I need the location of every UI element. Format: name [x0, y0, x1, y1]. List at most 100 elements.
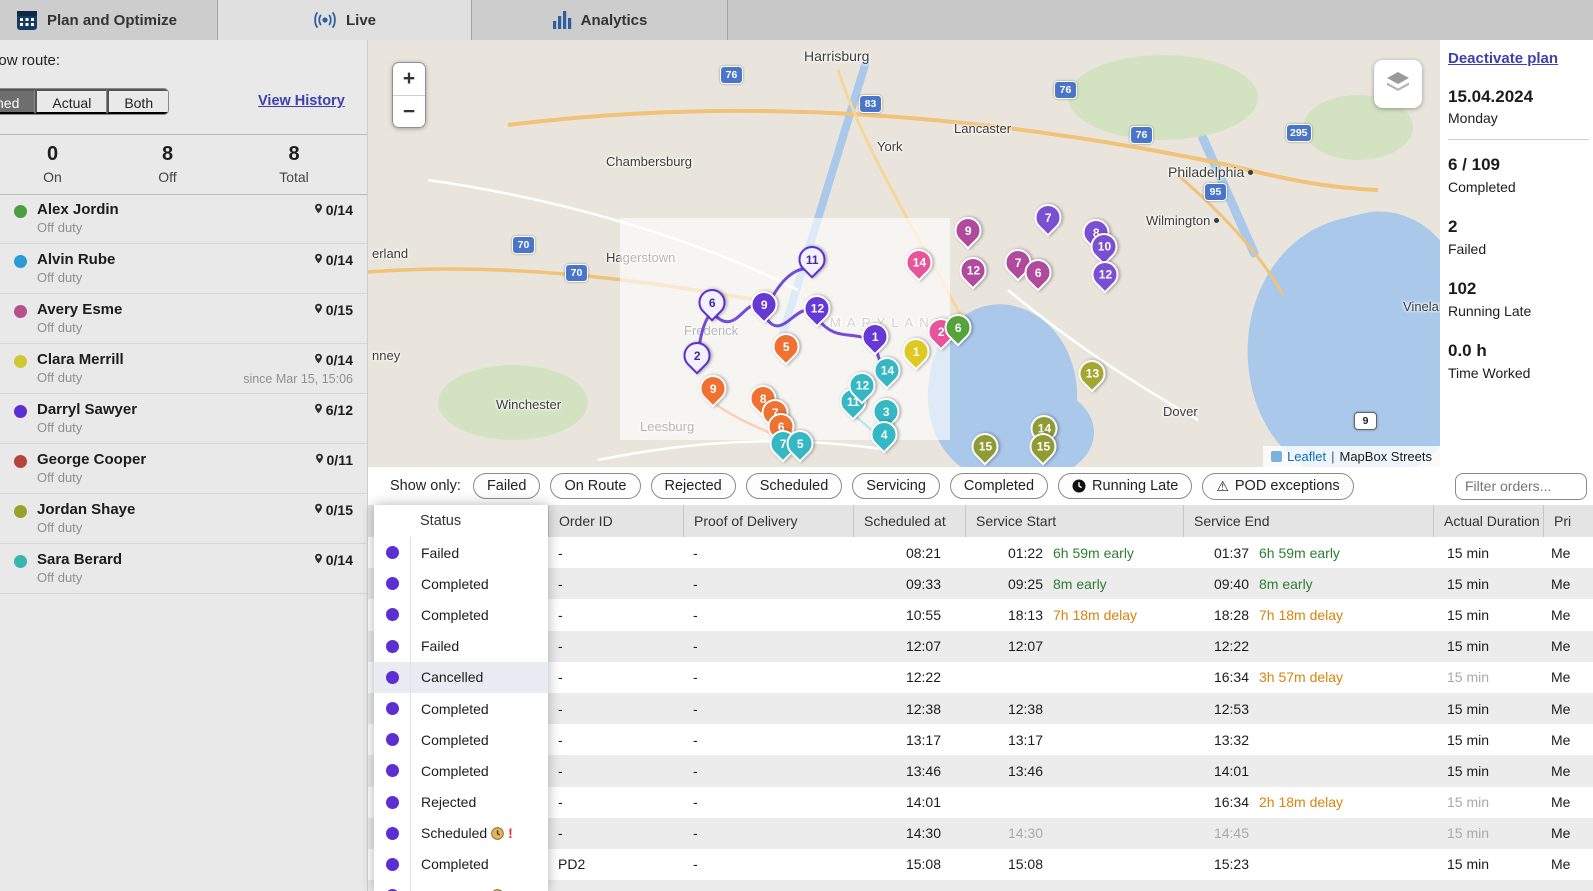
driver-order-count: 0/11	[327, 452, 353, 468]
filter-chip[interactable]: ⚠ Failed	[473, 473, 541, 499]
cell-actual-duration: 15 min	[1433, 794, 1543, 810]
view-history-link[interactable]: View History	[258, 93, 345, 109]
filter-chip[interactable]: ⚠ On Route	[550, 473, 640, 499]
table-row[interactable]: - - 12:38 12:38 12:53 15 min Me	[368, 693, 1593, 724]
filter-chip[interactable]: ⚠ Servicing	[852, 473, 940, 499]
summary-stat-label: Failed	[1448, 241, 1589, 257]
status-column-body: Failed ! Completed ! Completed	[374, 537, 548, 891]
table-row[interactable]: - - 12:22 16:34 3h 57m delay 15 min Me	[368, 662, 1593, 693]
cell-service-end: 15:58	[1183, 888, 1433, 891]
cell-priority: Me	[1543, 607, 1593, 623]
driver-row[interactable]: Alex Jordin Off duty 0/14	[0, 194, 367, 244]
status-panel-row[interactable]: Completed !	[374, 755, 548, 786]
col-order-id: Order ID	[548, 505, 683, 537]
driver-row[interactable]: George Cooper Off duty 0/11	[0, 444, 367, 494]
tab-plan-and-optimize[interactable]: Plan and Optimize	[0, 0, 218, 40]
driver-row[interactable]: Clara Merrill Off duty 0/14 since Mar 15…	[0, 344, 367, 394]
map-pin-number: 12	[810, 302, 823, 316]
map-pin-number: 7	[1015, 256, 1022, 270]
status-panel-row[interactable]: Completed !	[374, 568, 548, 599]
table-row[interactable]: - - 14:30 14:30 14:45 15 min Me	[368, 818, 1593, 849]
tab-label: Plan and Optimize	[47, 12, 177, 29]
tab-label: Analytics	[581, 12, 648, 29]
location-pin-icon	[313, 351, 324, 369]
bar-chart-icon	[552, 11, 572, 29]
table-row[interactable]: PD2 - 15:08 15:08 15:23 15 min Me	[368, 849, 1593, 880]
tab-analytics[interactable]: Analytics	[472, 0, 728, 40]
driver-name: Avery Esme	[37, 301, 122, 318]
status-dot	[386, 608, 399, 621]
cell-proof-of-delivery: -	[683, 576, 853, 592]
status-panel-row[interactable]: Rejected !	[374, 787, 548, 818]
deactivate-plan-link[interactable]: Deactivate plan	[1448, 50, 1558, 67]
cell-order-id: -	[548, 825, 683, 841]
status-panel-row[interactable]: Completed !	[374, 693, 548, 724]
highway-shield: 70	[565, 264, 588, 282]
cell-service-start: 15:43	[965, 888, 1183, 891]
summary-stat: 102 Running Late	[1448, 279, 1589, 319]
map-pin-number: 12	[966, 264, 979, 278]
highway-shield: 9	[1354, 412, 1377, 430]
table-row[interactable]: - - 10:55 18:13 7h 18m delay 18:28 7h 18…	[368, 599, 1593, 630]
driver-row[interactable]: Jordan Shaye Off duty 0/15	[0, 494, 367, 544]
table-row[interactable]: - - 14:01 16:34 2h 18m delay 15 min Me	[368, 787, 1593, 818]
status-panel-row[interactable]: Cancelled !	[374, 662, 548, 693]
status-panel-row[interactable]: Completed !	[374, 724, 548, 755]
driver-status: Off duty	[37, 520, 135, 535]
driver-order-count: 0/14	[326, 252, 353, 268]
driver-color-dot	[14, 355, 27, 368]
filter-chip[interactable]: ⚠ POD exceptions	[1202, 473, 1353, 500]
status-dot	[386, 671, 399, 684]
cell-order-id: -	[548, 732, 683, 748]
map-pin-number: 15	[978, 440, 991, 454]
status-panel-row[interactable]: Scheduled !	[374, 818, 548, 849]
cell-service-start: 09:25 8m early	[965, 576, 1183, 592]
filter-chip[interactable]: ⚠ Rejected	[651, 473, 736, 499]
zoom-out-button[interactable]: −	[393, 95, 425, 127]
cell-service-end: 14:01	[1183, 763, 1433, 779]
driver-name: Alex Jordin	[37, 201, 119, 218]
route-mode-planned[interactable]: Planned	[0, 89, 35, 114]
status-panel-row[interactable]: Scheduled !	[374, 880, 548, 891]
driver-row[interactable]: Alvin Rube Off duty 0/14	[0, 244, 367, 294]
driver-order-count: 0/14	[326, 552, 353, 568]
table-row[interactable]: - - 13:17 13:17 13:32 15 min Me	[368, 724, 1593, 755]
filter-chip[interactable]: ⚠ Running Late	[1058, 473, 1192, 499]
zoom-in-button[interactable]: +	[393, 63, 425, 95]
cell-proof-of-delivery: -	[683, 856, 853, 872]
calendar-icon	[16, 9, 38, 31]
driver-order-count: 0/14	[326, 352, 353, 368]
driver-row[interactable]: Sara Berard Off duty 0/14	[0, 544, 367, 594]
status-dot	[386, 827, 399, 840]
orders-table: Order ID Proof of Delivery Scheduled at …	[368, 505, 1593, 891]
filter-orders-input[interactable]	[1455, 473, 1587, 500]
location-pin-icon	[313, 251, 324, 269]
driver-row[interactable]: Darryl Sawyer Off duty 6/12	[0, 394, 367, 444]
status-label: Cancelled	[421, 669, 483, 685]
driver-row[interactable]: Avery Esme Off duty 0/15	[0, 294, 367, 344]
table-row[interactable]: - - 15:43 15:43 15:58 15 min Me	[368, 880, 1593, 891]
tab-live[interactable]: Live	[218, 0, 472, 40]
layers-control[interactable]	[1374, 60, 1422, 108]
filter-chip[interactable]: ⚠ Scheduled	[746, 473, 843, 499]
table-row[interactable]: - - 09:33 09:25 8m early 09:40 8m early …	[368, 568, 1593, 599]
driver-list: Alex Jordin Off duty 0/14 Alvin Rube Off…	[0, 194, 367, 891]
status-panel-row[interactable]: Completed !	[374, 599, 548, 630]
filter-chip[interactable]: ⚠ Completed	[950, 473, 1048, 499]
attribution-provider: MapBox Streets	[1340, 449, 1433, 464]
status-panel-row[interactable]: Failed !	[374, 537, 548, 568]
leaflet-link[interactable]: Leaflet	[1287, 449, 1326, 464]
stat-on-value: 0	[0, 143, 105, 166]
table-row[interactable]: - - 08:21 01:22 6h 59m early 01:37 6h 59…	[368, 537, 1593, 568]
show-only-label: Show only:	[390, 478, 461, 494]
status-panel-row[interactable]: Failed !	[374, 631, 548, 662]
driver-since: since Mar 15, 15:06	[243, 372, 353, 386]
map[interactable]: Harrisburg Chambersburg Lancaster York P…	[368, 40, 1440, 467]
route-mode-actual[interactable]: Actual	[35, 89, 107, 114]
filter-chip-label: Completed	[964, 478, 1034, 494]
cell-scheduled-at: 15:43	[853, 888, 965, 891]
status-panel-row[interactable]: Completed !	[374, 849, 548, 880]
table-row[interactable]: - - 13:46 13:46 14:01 15 min Me	[368, 755, 1593, 786]
route-mode-both[interactable]: Both	[107, 89, 168, 114]
table-row[interactable]: - - 12:07 12:07 12:22 15 min Me	[368, 631, 1593, 662]
